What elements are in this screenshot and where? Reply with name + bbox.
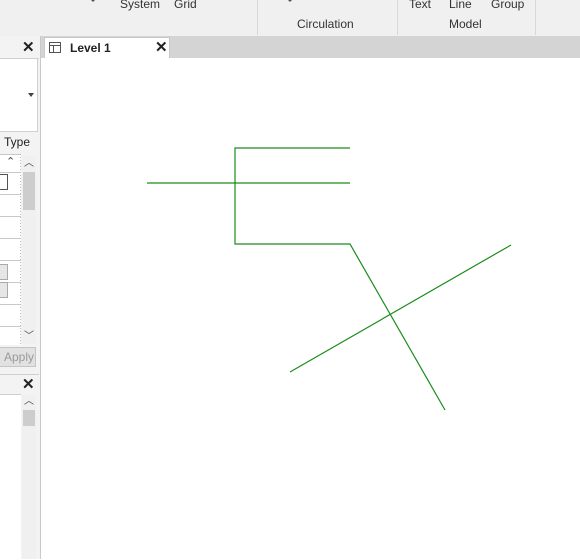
system-button-label[interactable]: System	[120, 0, 160, 11]
chevron-down-icon[interactable]	[28, 93, 34, 97]
properties-panel: ✕ Type ⌃ ︿ ﹀ Apply ✕ ︿	[0, 36, 41, 560]
line-button-label[interactable]: Line	[449, 0, 472, 11]
property-value-button[interactable]	[0, 264, 8, 280]
model-panel-title: Model	[449, 17, 482, 31]
close-icon[interactable]: ✕	[155, 40, 168, 55]
tab-label: Level 1	[70, 41, 111, 55]
model-lines	[147, 147, 512, 411]
ribbon: System Grid Circulation Text Line Group …	[0, 0, 580, 37]
scroll-thumb[interactable]	[23, 172, 35, 210]
group-button-label[interactable]: Group	[491, 0, 524, 11]
model-line[interactable]	[289, 244, 512, 373]
plan-view-icon	[49, 42, 61, 53]
tab-level-1[interactable]: Level 1 ✕	[44, 37, 170, 59]
apply-button[interactable]: Apply	[0, 347, 36, 367]
chevron-up-icon[interactable]: ︿	[24, 159, 34, 169]
chevron-down-icon[interactable]	[90, 0, 96, 2]
view-tab-bar: Level 1 ✕	[41, 36, 580, 59]
property-value-button[interactable]	[0, 282, 8, 298]
ribbon-divider	[397, 0, 398, 35]
close-icon[interactable]: ✕	[22, 377, 35, 392]
scroll-thumb[interactable]	[23, 410, 35, 426]
double-chevron-up-icon[interactable]: ⌃	[6, 157, 15, 168]
edit-type-label[interactable]: Type	[4, 135, 30, 149]
circulation-panel-title: Circulation	[297, 17, 354, 31]
ribbon-divider	[535, 0, 536, 35]
properties-panel-header: ✕	[0, 36, 39, 59]
chevron-down-icon[interactable]	[287, 0, 293, 2]
project-browser-scrollbar[interactable]: ︿	[22, 395, 36, 559]
project-browser-header: ✕	[0, 374, 39, 395]
model-line[interactable]	[234, 147, 446, 411]
ribbon-divider	[257, 0, 258, 35]
chevron-down-icon[interactable]: ﹀	[24, 332, 34, 342]
property-checkbox[interactable]	[0, 174, 8, 190]
properties-scrollbar[interactable]: ︿ ﹀	[22, 156, 36, 344]
chevron-up-icon[interactable]: ︿	[24, 397, 34, 407]
text-button-label[interactable]: Text	[409, 0, 431, 11]
close-icon[interactable]: ✕	[22, 40, 35, 55]
grid-button-label[interactable]: Grid	[174, 0, 197, 11]
drawing-canvas[interactable]	[41, 58, 580, 559]
project-browser-tree[interactable]	[0, 394, 21, 560]
